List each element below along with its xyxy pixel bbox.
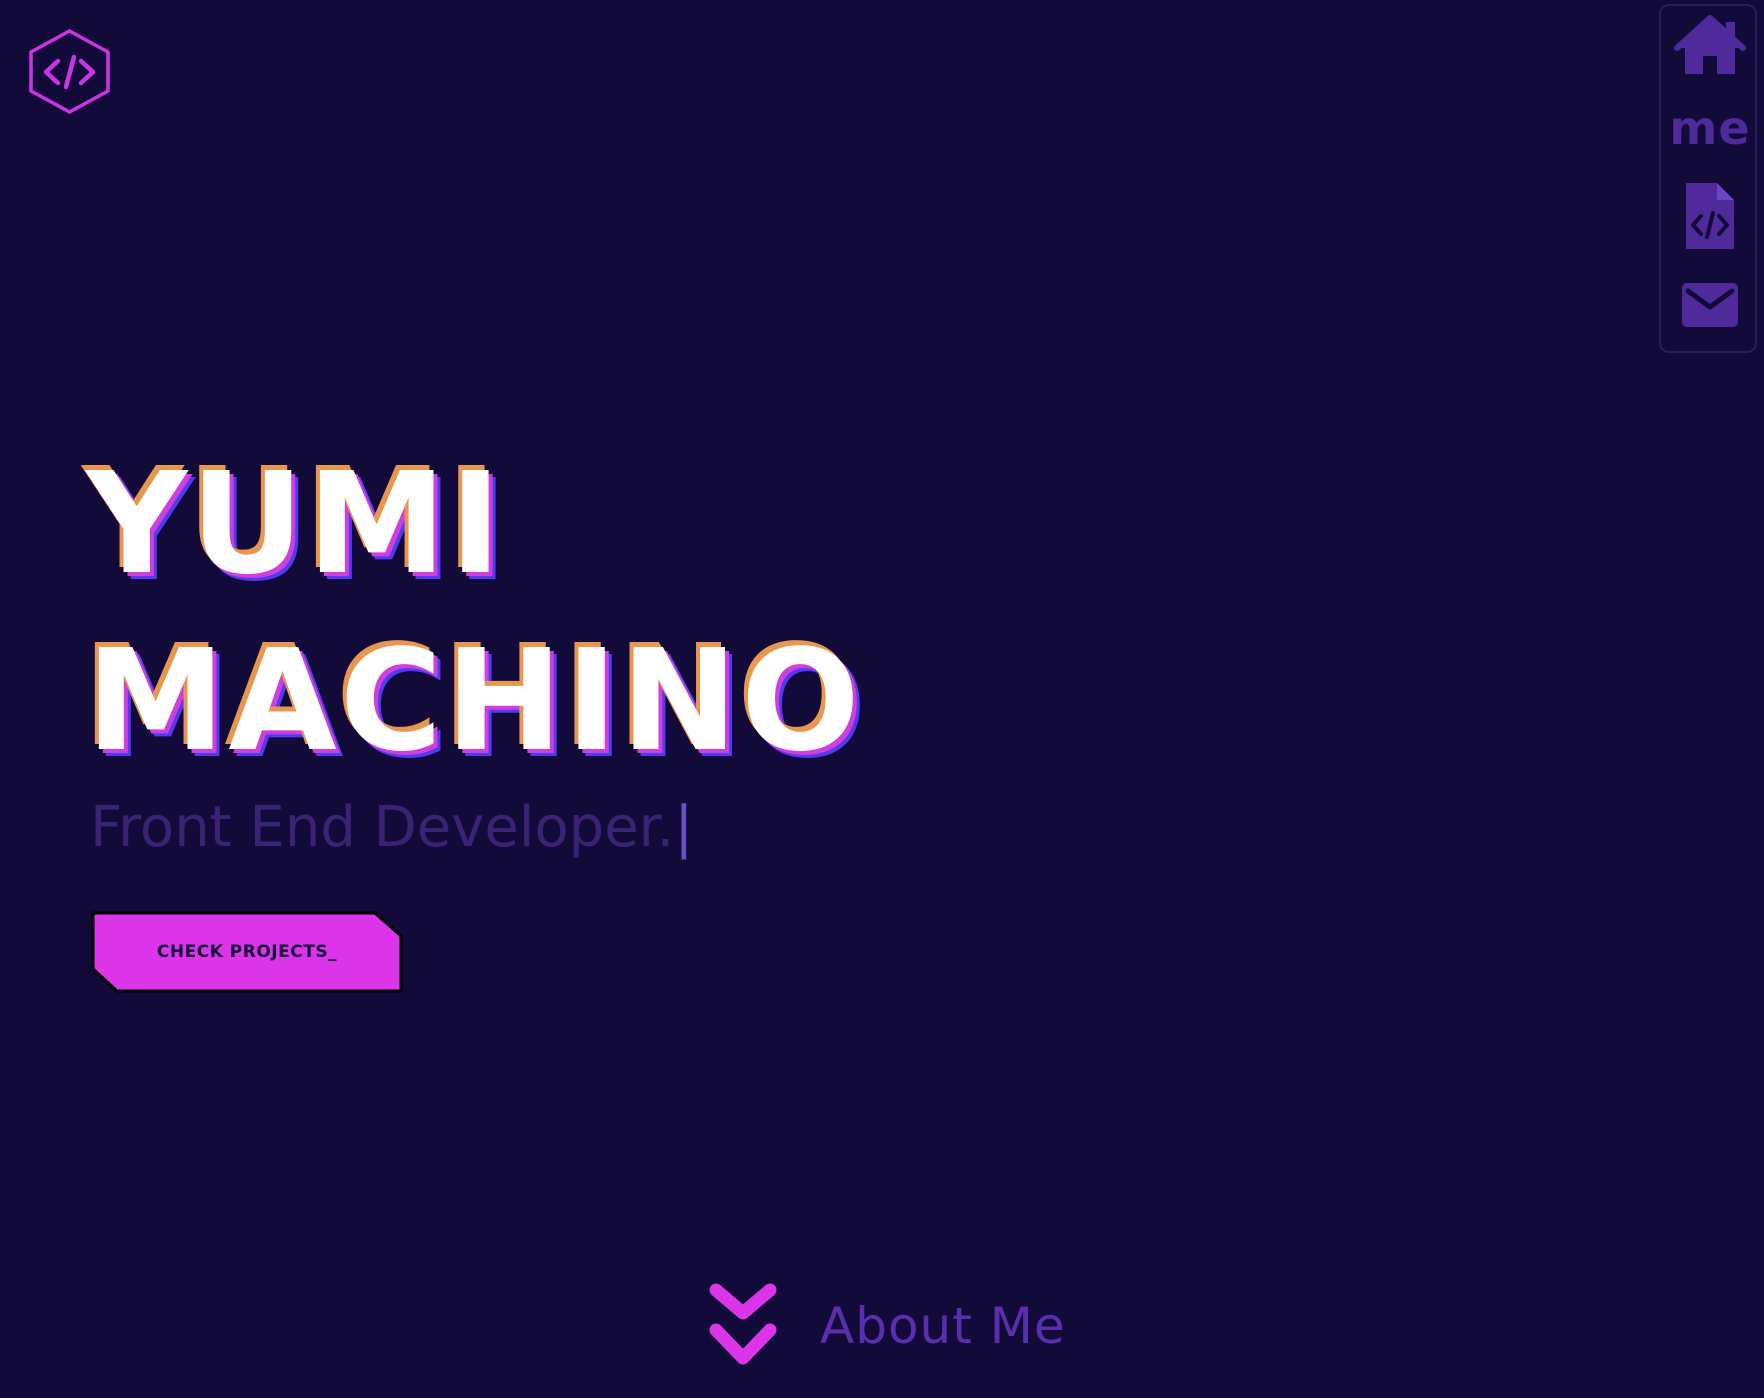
check-projects-label: CHECK PROJECTS_ bbox=[156, 942, 338, 962]
nav-about[interactable]: me bbox=[1661, 98, 1759, 158]
nav-about-label: me bbox=[1669, 101, 1751, 155]
site-logo[interactable] bbox=[28, 29, 111, 114]
hero-last-name: MACHINO bbox=[86, 620, 863, 783]
about-me-link[interactable]: About Me bbox=[708, 1280, 1066, 1372]
code-hexagon-icon bbox=[29, 29, 110, 114]
nav-projects[interactable] bbox=[1661, 178, 1759, 254]
nav-home[interactable] bbox=[1661, 12, 1759, 80]
typing-caret: | bbox=[674, 795, 694, 860]
home-icon bbox=[1674, 15, 1746, 74]
page: me YUMI MACHINO Front End Developer.| CH… bbox=[0, 0, 1764, 1398]
check-projects-button[interactable]: CHECK PROJECTS_ bbox=[91, 911, 403, 993]
about-me-label: About Me bbox=[820, 1297, 1066, 1355]
hero-first-name: YUMI bbox=[86, 443, 505, 606]
hero-subtitle: Front End Developer.| bbox=[90, 800, 693, 856]
code-file-icon bbox=[1686, 183, 1734, 249]
double-chevron-down-icon bbox=[709, 1283, 777, 1365]
side-navigation: me bbox=[1659, 4, 1757, 353]
subtitle-text: Front End Developer. bbox=[90, 795, 675, 860]
mail-icon bbox=[1682, 283, 1738, 327]
nav-contact[interactable] bbox=[1661, 278, 1759, 332]
